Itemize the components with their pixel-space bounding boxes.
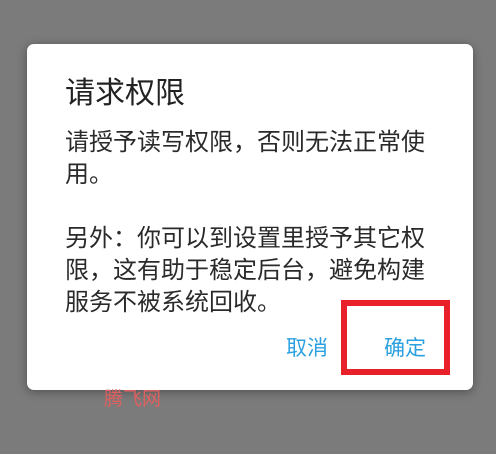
watermark-text: 腾飞网 — [104, 388, 162, 410]
dialog-message: 请授予读写权限，否则无法正常使 用。 另外：你可以到设置里授予其它权 限，这有助… — [65, 126, 449, 318]
cancel-button[interactable]: 取消 — [286, 334, 328, 362]
message-line: 限，这有助于稳定后台，避免构建 — [65, 256, 425, 284]
message-line: 另外：你可以到设置里授予其它权 — [65, 224, 425, 252]
message-line: 用。 — [65, 160, 113, 188]
message-line: 请授予读写权限，否则无法正常使 — [65, 128, 425, 156]
dialog-title: 请求权限 — [65, 76, 185, 111]
confirm-button[interactable]: 确定 — [384, 334, 426, 362]
permission-dialog: 请求权限 请授予读写权限，否则无法正常使 用。 另外：你可以到设置里授予其它权 … — [27, 44, 473, 390]
message-line: 服务不被系统回收。 — [65, 288, 281, 316]
